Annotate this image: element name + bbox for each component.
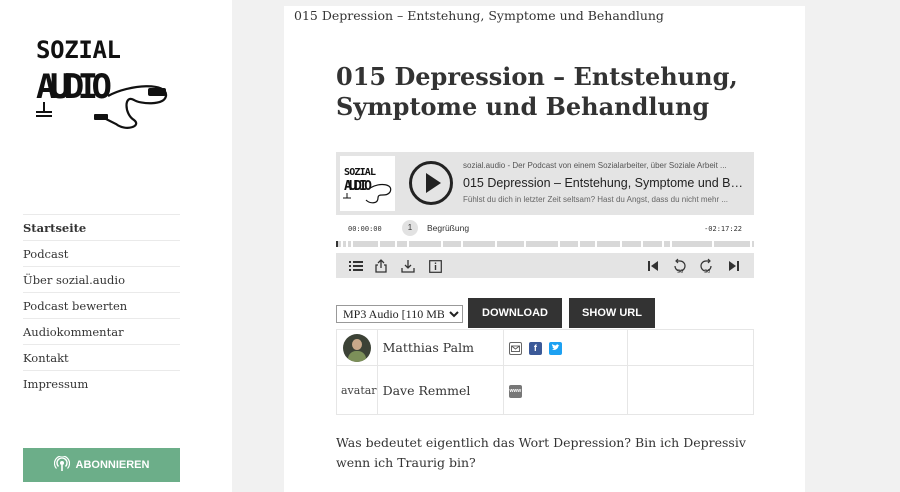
svg-text:SOZIAL: SOZIAL <box>344 167 376 178</box>
chapter-number[interactable]: 1 <box>402 220 418 236</box>
chapter-marker <box>595 241 597 247</box>
nav-podcast[interactable]: Podcast <box>23 240 180 266</box>
chapter-marker <box>641 241 643 247</box>
contributor-links: f <box>502 329 628 366</box>
broken-avatar-image: avatar <box>341 383 377 397</box>
site-logo[interactable]: SOZIAL AUDIO <box>30 34 170 134</box>
chapter-marker <box>620 241 622 247</box>
svg-text:AUDIO: AUDIO <box>36 67 111 107</box>
progress-bar[interactable] <box>336 241 754 247</box>
play-button[interactable] <box>409 161 453 205</box>
nav-kontakt[interactable]: Kontakt <box>23 344 180 370</box>
svg-text:AUDIO: AUDIO <box>344 179 372 194</box>
contributor-name: Matthias Palm <box>376 329 504 366</box>
chapter-marker <box>578 241 580 247</box>
table-row: avatar Dave Remmel www <box>336 365 755 415</box>
nav-podcast-bewerten[interactable]: Podcast bewerten <box>23 292 180 318</box>
episode-description: Fühlst du dich in letzter Zeit seltsam? … <box>463 195 729 204</box>
chapter-title[interactable]: Begrüßung <box>427 223 469 233</box>
audio-format-select[interactable]: MP3 Audio [110 MB] <box>336 305 463 323</box>
download-button[interactable]: DOWNLOAD <box>468 298 562 328</box>
time-elapsed: 00:00:00 <box>348 225 382 233</box>
chapter-marker <box>407 241 409 247</box>
avatar <box>342 333 371 362</box>
chapter-marker <box>341 241 343 247</box>
contributors-table: Matthias Palm f avatar Dave Remmel www <box>336 329 755 415</box>
avatar-cell <box>336 329 378 366</box>
progress-fill <box>336 241 338 247</box>
nav-startseite[interactable]: Startseite <box>23 214 180 240</box>
share-icon[interactable] <box>373 258 389 274</box>
chapter-marker <box>495 241 497 247</box>
player-controls: 30 30 <box>336 253 754 278</box>
email-icon[interactable] <box>508 342 522 355</box>
subscribe-button[interactable]: ABONNIEREN <box>23 448 180 482</box>
website-icon[interactable]: www <box>508 384 522 398</box>
time-remaining: -02:17:22 <box>704 225 742 233</box>
next-chapter-icon[interactable] <box>726 258 742 274</box>
previous-chapter-icon[interactable] <box>645 258 661 274</box>
podcast-player: SOZIAL AUDIO sozial.audio - Der Podcast … <box>336 152 754 278</box>
info-icon[interactable] <box>427 258 443 274</box>
show-name: sozial.audio - Der Podcast von einem Soz… <box>463 161 727 170</box>
article: 015 Depression – Entstehung, Symptome un… <box>284 6 805 492</box>
nav-audiokommentar[interactable]: Audiokommentar <box>23 318 180 344</box>
rewind-30-icon[interactable]: 30 <box>672 258 688 274</box>
contributor-extra <box>626 329 755 366</box>
article-intro: Was bedeutet eigentlich das Wort Depress… <box>336 435 746 470</box>
chapters-icon[interactable] <box>348 258 364 274</box>
svg-text:30: 30 <box>677 269 683 274</box>
chapter-marker <box>558 241 560 247</box>
svg-text:SOZIAL: SOZIAL <box>36 36 121 64</box>
show-url-button[interactable]: SHOW URL <box>569 298 655 328</box>
chapter-marker <box>346 241 348 247</box>
chapter-marker <box>441 241 443 247</box>
nav-impressum[interactable]: Impressum <box>23 370 180 396</box>
chapter-marker <box>351 241 353 247</box>
main-nav: Startseite Podcast Über sozial.audio Pod… <box>23 214 180 396</box>
avatar-cell: avatar <box>336 365 378 415</box>
contributor-extra <box>626 365 755 415</box>
podcast-icon <box>53 454 70 475</box>
chapter-marker <box>461 241 463 247</box>
chapter-marker <box>524 241 526 247</box>
page-title: 015 Depression – Entstehung, Symptome un… <box>336 62 738 121</box>
chapter-marker <box>670 241 672 247</box>
player-header: SOZIAL AUDIO sozial.audio - Der Podcast … <box>336 152 754 215</box>
facebook-icon[interactable]: f <box>528 342 542 355</box>
subscribe-label: ABONNIEREN <box>75 459 150 471</box>
chapter-marker <box>395 241 397 247</box>
breadcrumb: 015 Depression – Entstehung, Symptome un… <box>294 8 664 23</box>
nav-ueber[interactable]: Über sozial.audio <box>23 266 180 292</box>
forward-30-icon[interactable]: 30 <box>698 258 714 274</box>
svg-text:30: 30 <box>704 269 710 274</box>
chapter-marker <box>662 241 664 247</box>
episode-cover: SOZIAL AUDIO <box>340 156 395 211</box>
chapter-marker <box>750 241 752 247</box>
contributor-links: www <box>502 365 628 415</box>
contributor-name: Dave Remmel <box>376 365 504 415</box>
chapter-marker <box>378 241 380 247</box>
table-row: Matthias Palm f <box>336 329 755 366</box>
episode-title: 015 Depression – Entstehung, Symptome un… <box>463 176 745 190</box>
download-icon[interactable] <box>400 258 416 274</box>
sidebar: SOZIAL AUDIO Startseite Podcast Über soz… <box>0 0 232 492</box>
twitter-icon[interactable] <box>548 342 562 355</box>
chapter-marker <box>712 241 714 247</box>
